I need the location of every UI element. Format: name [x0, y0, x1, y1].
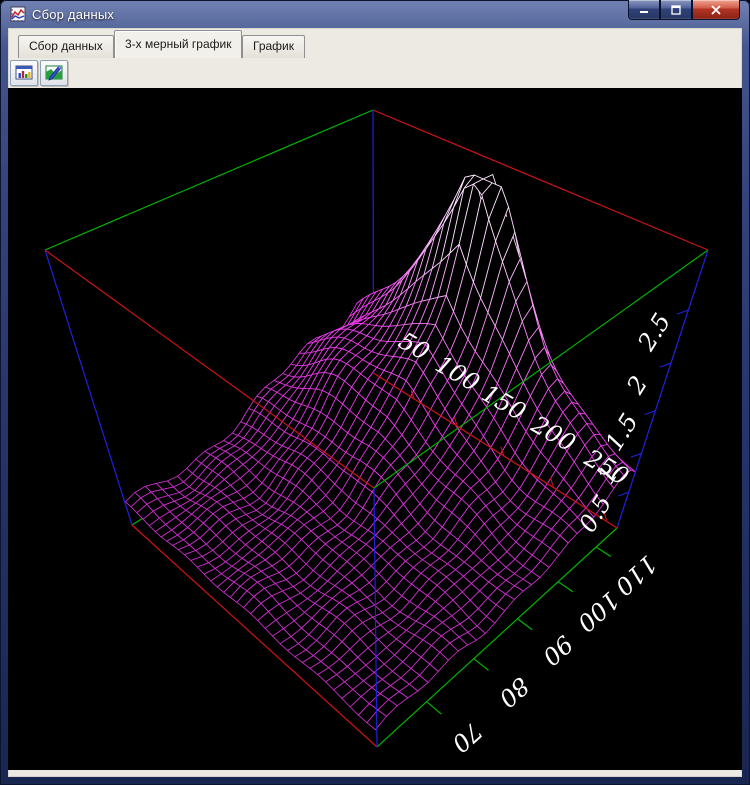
window-controls	[628, 0, 740, 20]
tab-2[interactable]: 3-х мерный график	[114, 30, 242, 58]
box-edge	[473, 658, 488, 670]
tab-strip: Сбор данных3-х мерный графикГрафик	[8, 28, 742, 58]
plot-area[interactable]: 708090100110501001502002500.511.522.5	[8, 88, 742, 770]
close-button[interactable]	[692, 0, 740, 20]
z-axis-tick-label: 2.5	[632, 308, 677, 356]
edit-chart-button[interactable]	[40, 60, 68, 86]
x-axis-tick-label: 100	[572, 586, 625, 637]
title-bar[interactable]: Сбор данных	[0, 0, 750, 28]
bar-chart-icon	[15, 64, 33, 82]
box-edge	[426, 701, 441, 714]
close-icon	[710, 5, 722, 15]
toolbar	[8, 58, 742, 88]
tab-3[interactable]: График	[242, 35, 305, 58]
chart-type-button[interactable]	[10, 60, 38, 86]
app-window: Сбор данных Сбор данных3-х мерный графи	[0, 0, 750, 785]
box-edge	[373, 110, 708, 250]
box-edge	[558, 582, 573, 592]
minimize-icon	[638, 5, 650, 15]
box-edge	[677, 310, 688, 314]
x-axis-tick-label: 90	[537, 630, 578, 671]
z-axis-tick-label: 2	[621, 371, 653, 400]
window-title: Сбор данных	[32, 7, 114, 22]
surface-plot-svg: 708090100110501001502002500.511.522.5	[8, 88, 742, 770]
tab-1[interactable]: Сбор данных	[18, 35, 114, 58]
maximize-button[interactable]	[660, 0, 692, 20]
box-edge	[517, 619, 532, 630]
box-edge	[596, 547, 611, 557]
x-axis-tick-label: 80	[493, 672, 534, 713]
minimize-button[interactable]	[628, 0, 660, 20]
client-area: Сбор данных3-х мерный графикГрафик	[8, 28, 742, 777]
box-edge	[45, 250, 132, 525]
maximize-icon	[670, 5, 682, 15]
box-edge	[45, 110, 373, 250]
app-chart-icon	[10, 6, 26, 22]
x-axis-tick-label: 110	[609, 550, 662, 601]
edit-chart-icon	[45, 64, 63, 82]
x-axis-tick-label: 70	[446, 717, 487, 758]
